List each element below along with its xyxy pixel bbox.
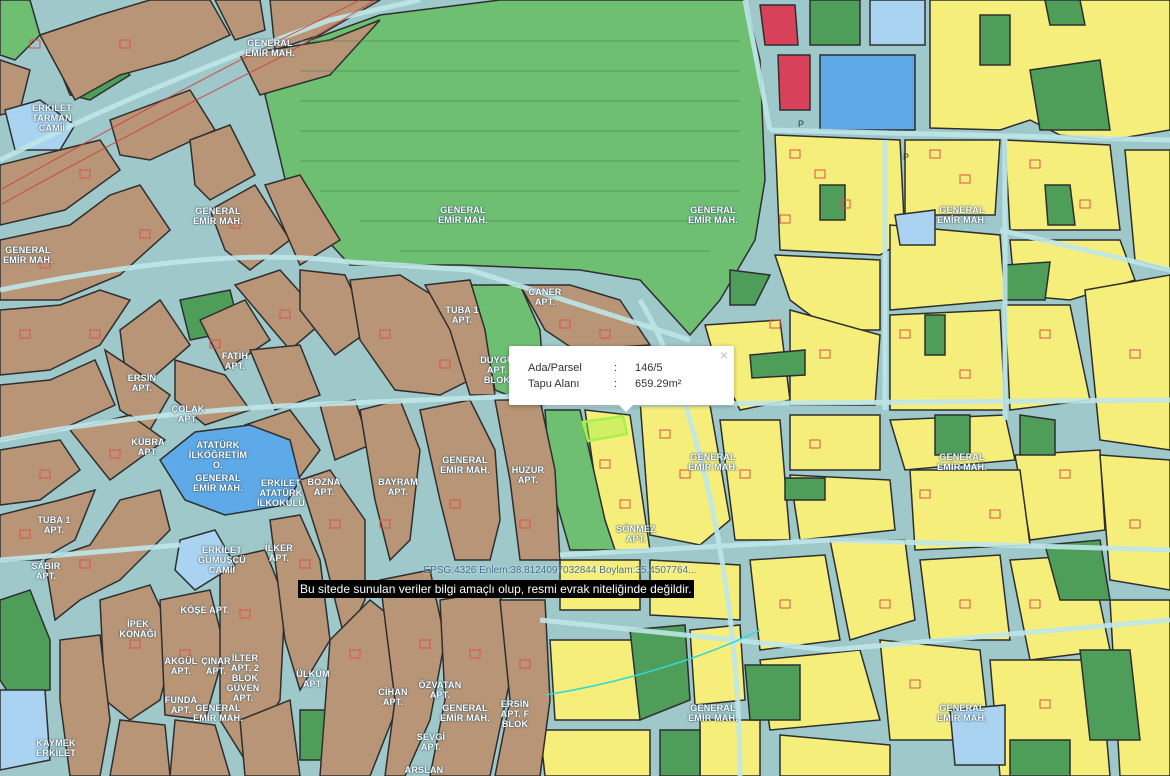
ada-parsel-label: Ada/Parsel: [528, 362, 582, 374]
close-icon[interactable]: ×: [720, 348, 728, 362]
ada-parsel-value: 146/5: [635, 362, 663, 374]
coordinate-readout: EPSG:4326 Enlem:38.8124097032844 Boylam:…: [423, 565, 697, 576]
tapu-alani-label: Tapu Alanı: [528, 378, 580, 390]
svg-text:P: P: [903, 152, 909, 162]
svg-text:P: P: [798, 119, 804, 129]
separator: :: [614, 362, 618, 374]
parcel-info-popup: Ada/Parsel : 146/5 Tapu Alanı : 659.29m²…: [509, 346, 734, 412]
separator: :: [614, 378, 618, 390]
tapu-alani-value: 659.29m²: [635, 378, 682, 390]
disclaimer-banner: Bu sitede sunulan veriler bilgi amaçlı o…: [298, 580, 694, 598]
